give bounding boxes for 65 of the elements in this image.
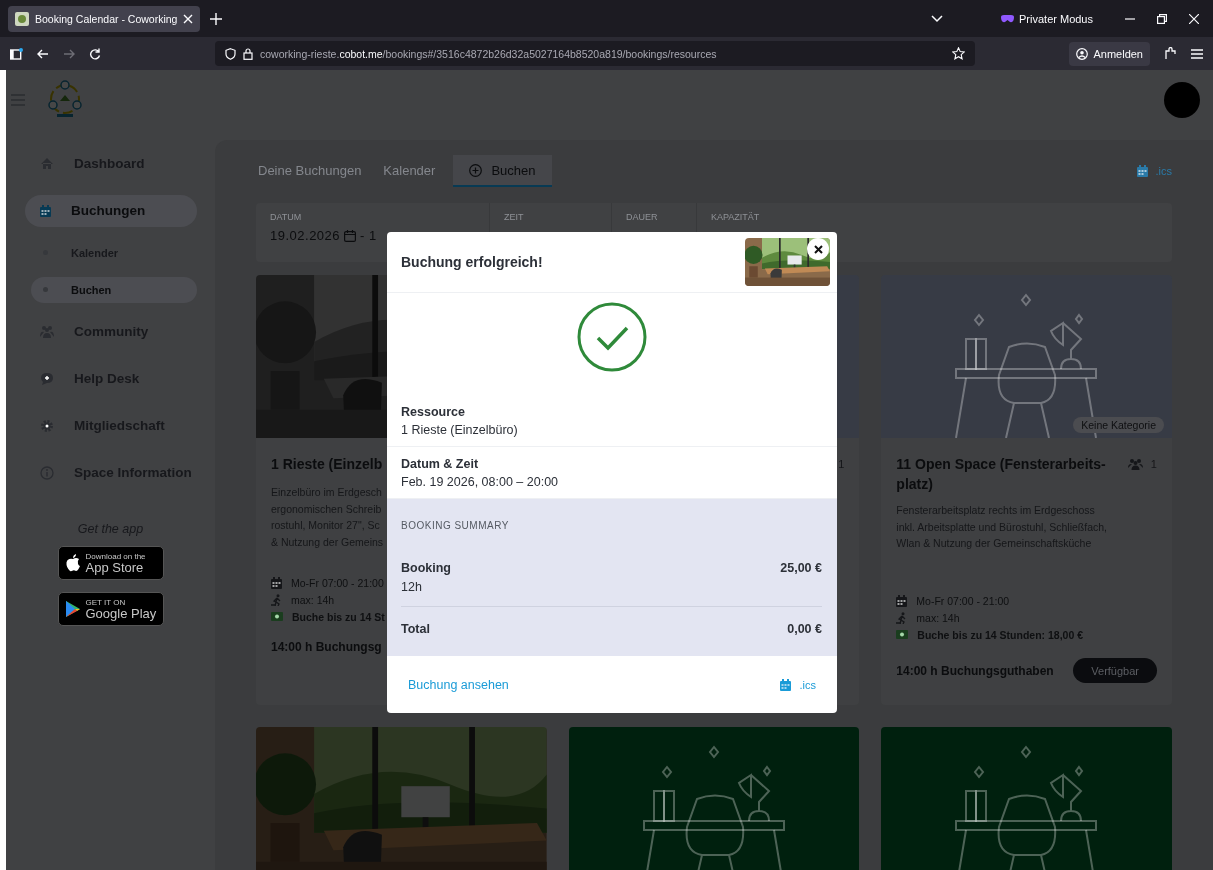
tab[interactable]: Buchen <box>453 155 552 187</box>
sidebar-subitem[interactable]: Buchen <box>31 276 197 303</box>
plus-circle-icon <box>469 163 483 177</box>
play-icon <box>64 600 81 618</box>
detail-label: Datum & Zeit <box>401 457 480 471</box>
tab[interactable]: Deine Buchungen <box>256 155 373 187</box>
runner-icon <box>271 593 282 606</box>
people-icon <box>1127 458 1143 470</box>
extension-icon[interactable] <box>1164 47 1177 60</box>
money-icon <box>271 612 283 621</box>
runner-icon <box>896 611 908 624</box>
calendar-icon <box>40 204 51 217</box>
back-icon[interactable] <box>37 47 49 60</box>
calendar-icon <box>271 576 282 589</box>
tab[interactable]: Kalender <box>372 155 447 187</box>
calendar-icon <box>779 678 791 691</box>
calendar-icon <box>1136 165 1148 177</box>
star-icon[interactable] <box>952 47 966 60</box>
gear-icon <box>40 418 54 433</box>
chevron-down-icon[interactable] <box>931 14 943 23</box>
detail-value: 1 Rieste (Einzelbüro) <box>401 423 519 437</box>
browser-tab[interactable]: Booking Calendar - Coworking <box>8 5 200 32</box>
chat-icon <box>40 371 54 386</box>
view-booking-link[interactable]: Buchung ansehen <box>408 677 509 692</box>
apple-icon <box>64 554 81 572</box>
modal-title: Buchung erfolgreich! <box>401 254 544 270</box>
close-icon[interactable] <box>1189 13 1199 24</box>
address-bar[interactable]: coworking-rieste.cobot.me/bookings#/3516c4872b26d32a5027164b8520a819/bookings/resources <box>215 41 976 66</box>
store-badge[interactable]: Download on the App Store <box>57 546 164 580</box>
filter-label: DATUM <box>270 212 303 222</box>
restore-icon[interactable] <box>1157 13 1167 24</box>
sidebar-item[interactable]: Buchungen <box>25 194 197 227</box>
close-icon[interactable] <box>183 13 194 24</box>
filter-label: DAUER <box>626 212 659 222</box>
account-icon <box>1076 47 1089 60</box>
filter-label: ZEIT <box>504 212 525 222</box>
filter-label: KAPAZITÄT <box>711 212 760 222</box>
sidebar-icon[interactable] <box>10 47 23 60</box>
line-item-amount: 25,00 € <box>780 561 822 577</box>
date-separator: - <box>360 228 365 243</box>
close-icon <box>813 244 823 254</box>
shield-icon[interactable] <box>225 47 236 60</box>
category-badge: Keine Kategorie <box>1073 417 1164 433</box>
detail-label: Ressource <box>401 405 466 419</box>
private-mode-label: Privater Modus <box>1019 12 1093 25</box>
plus-icon[interactable] <box>210 12 222 25</box>
ics-link[interactable]: .ics <box>1136 165 1172 177</box>
lock-icon[interactable] <box>243 47 253 60</box>
line-item-detail: 12h <box>401 580 423 594</box>
total-amount: 0,00 € <box>787 622 822 636</box>
detail-value: Feb. 19 2026, 08:00 – 20:00 <box>401 475 560 489</box>
mask-icon <box>1001 14 1014 23</box>
check-circle-icon <box>576 301 648 373</box>
line-item-label: Booking <box>401 561 451 575</box>
summary-heading: BOOKING SUMMARY <box>401 520 509 531</box>
total-label: Total <box>401 622 430 636</box>
url-text: coworking-rieste.cobot.me/bookings#/3516c4872b26d32a5027164b8520a819/bookings/resources <box>260 47 718 60</box>
ics-link[interactable]: .ics <box>779 678 816 691</box>
money-icon <box>896 630 909 639</box>
sign-in-button[interactable]: Anmelden <box>1069 41 1150 66</box>
reload-icon[interactable] <box>89 47 101 60</box>
calendar-icon <box>896 594 908 607</box>
store-badge[interactable]: GET IT ON Google Play <box>57 592 164 626</box>
favicon-icon <box>15 11 29 26</box>
available-button[interactable]: Verfügbar <box>1073 658 1157 683</box>
